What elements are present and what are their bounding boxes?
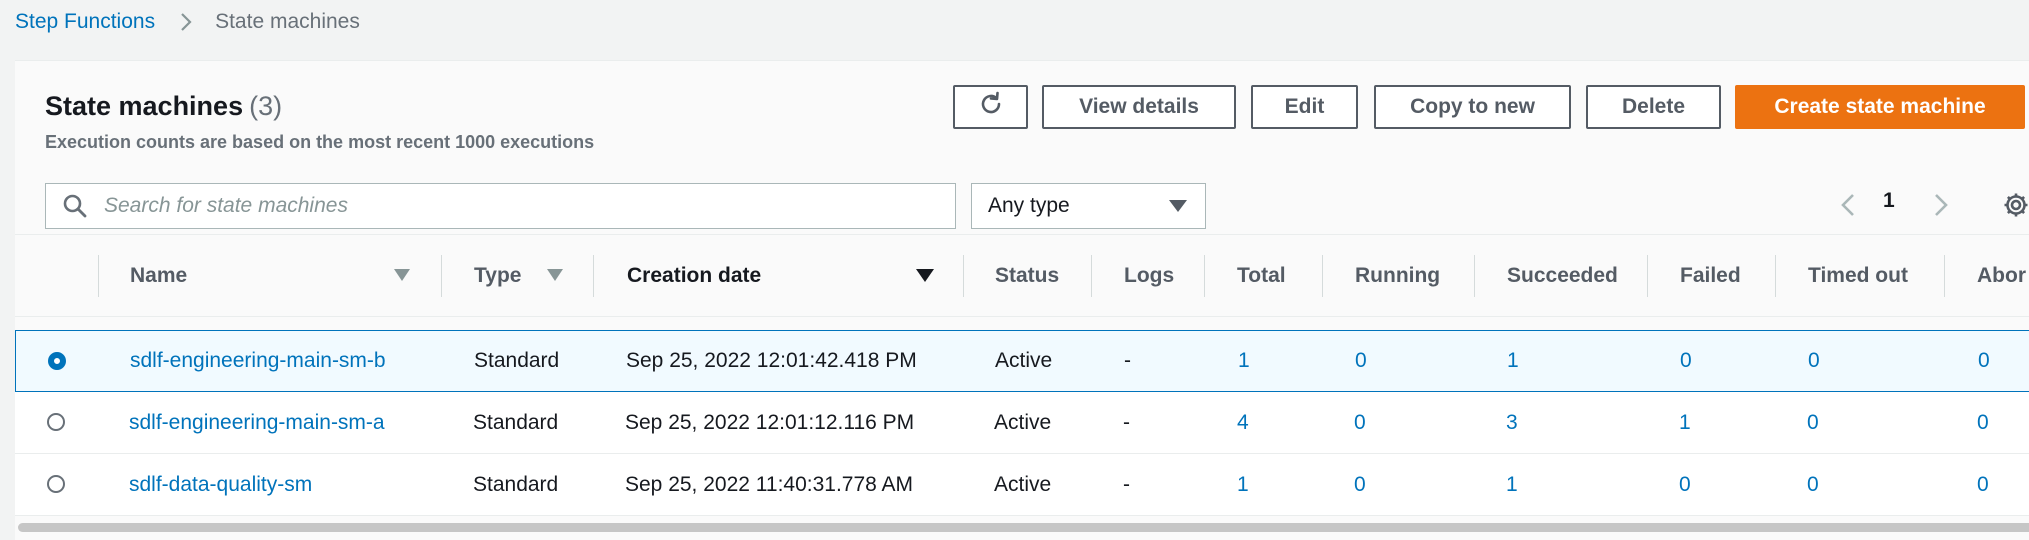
- creation-date-cell: Sep 25, 2022 12:01:12.116 PM: [625, 410, 915, 434]
- column-separator: [593, 255, 594, 297]
- column-header-creation-date[interactable]: Creation date: [627, 235, 761, 316]
- create-state-machine-button[interactable]: Create state machine: [1735, 85, 2025, 129]
- status-cell: Active: [995, 349, 1053, 372]
- refresh-button[interactable]: [953, 85, 1028, 129]
- column-header-status[interactable]: Status: [995, 235, 1059, 316]
- table-row[interactable]: sdlf-data-quality-sm Standard Sep 25, 20…: [15, 454, 2029, 516]
- chevron-left-icon: [1838, 190, 1858, 225]
- delete-button[interactable]: Delete: [1586, 85, 1721, 129]
- column-header-name[interactable]: Name: [130, 235, 187, 316]
- column-separator: [1091, 255, 1092, 297]
- logs-cell: -: [1123, 472, 1130, 496]
- status-cell: Active: [994, 472, 1052, 496]
- table-row[interactable]: sdlf-engineering-main-sm-a Standard Sep …: [15, 392, 2029, 454]
- column-separator: [1775, 255, 1776, 297]
- failed-count-link[interactable]: 0: [1679, 454, 1691, 515]
- timed-out-count-link[interactable]: 0: [1808, 331, 1820, 391]
- total-count-link[interactable]: 1: [1238, 331, 1250, 391]
- failed-count-link[interactable]: 0: [1680, 331, 1692, 391]
- column-header-total[interactable]: Total: [1237, 235, 1286, 316]
- state-machine-name-link[interactable]: sdlf-engineering-main-sm-a: [129, 392, 385, 453]
- page-number[interactable]: 1: [1883, 189, 1895, 213]
- row-radio[interactable]: [47, 413, 65, 431]
- row-radio[interactable]: [48, 352, 66, 370]
- breadcrumb-current: State machines: [215, 10, 360, 33]
- caret-down-icon: [1169, 200, 1187, 212]
- type-cell: Standard: [473, 472, 559, 496]
- state-machine-name-link[interactable]: sdlf-engineering-main-sm-b: [130, 331, 386, 391]
- column-separator: [1647, 255, 1648, 297]
- previous-page-button[interactable]: [1833, 187, 1863, 227]
- type-filter-select[interactable]: Any type: [971, 183, 1206, 229]
- column-header-type[interactable]: Type: [474, 235, 521, 316]
- copy-to-new-button[interactable]: Copy to new: [1374, 85, 1571, 129]
- sort-caret-icon[interactable]: [547, 269, 563, 281]
- aborted-count-link[interactable]: 0: [1977, 454, 1989, 515]
- panel-count: (3): [249, 91, 283, 121]
- search-input[interactable]: [102, 193, 955, 219]
- failed-count-link[interactable]: 1: [1679, 392, 1691, 453]
- search-box: [45, 183, 956, 229]
- sort-caret-icon[interactable]: [394, 269, 410, 281]
- column-header-failed[interactable]: Failed: [1680, 235, 1741, 316]
- panel-title: State machines (3): [45, 91, 282, 122]
- timed-out-count-link[interactable]: 0: [1807, 454, 1819, 515]
- refresh-icon: [977, 90, 1005, 124]
- total-count-link[interactable]: 1: [1237, 454, 1249, 515]
- succeeded-count-link[interactable]: 1: [1506, 454, 1518, 515]
- status-cell: Active: [994, 410, 1052, 434]
- row-radio[interactable]: [47, 475, 65, 493]
- chevron-right-icon: [1931, 190, 1951, 225]
- creation-date-cell: Sep 25, 2022 12:01:42.418 PM: [626, 349, 917, 372]
- column-header-succeeded[interactable]: Succeeded: [1507, 235, 1618, 316]
- next-page-button[interactable]: [1926, 187, 1956, 227]
- type-filter-value: Any type: [988, 194, 1070, 217]
- total-count-link[interactable]: 4: [1237, 392, 1249, 453]
- column-separator: [1322, 255, 1323, 297]
- column-header-logs[interactable]: Logs: [1124, 235, 1174, 316]
- timed-out-count-link[interactable]: 0: [1807, 392, 1819, 453]
- running-count-link[interactable]: 0: [1354, 392, 1366, 453]
- logs-cell: -: [1124, 349, 1131, 372]
- column-separator: [963, 255, 964, 297]
- column-separator: [1204, 255, 1205, 297]
- table-header: Name Type Creation date Status Logs Tota…: [15, 234, 2029, 317]
- column-separator: [1474, 255, 1475, 297]
- running-count-link[interactable]: 0: [1355, 331, 1367, 391]
- gear-icon[interactable]: [2001, 190, 2029, 220]
- panel-description: Execution counts are based on the most r…: [45, 132, 595, 152]
- aborted-count-link[interactable]: 0: [1977, 392, 1989, 453]
- column-separator: [1944, 255, 1945, 297]
- edit-button[interactable]: Edit: [1251, 85, 1358, 129]
- breadcrumb: Step Functions State machines: [15, 9, 360, 35]
- column-header-running[interactable]: Running: [1355, 235, 1440, 316]
- succeeded-count-link[interactable]: 1: [1507, 331, 1519, 391]
- panel-title-text: State machines: [45, 91, 244, 121]
- logs-cell: -: [1123, 410, 1130, 434]
- column-separator: [441, 255, 442, 297]
- type-cell: Standard: [474, 349, 560, 372]
- column-header-timed-out[interactable]: Timed out: [1808, 235, 1908, 316]
- succeeded-count-link[interactable]: 3: [1506, 392, 1518, 453]
- view-details-button[interactable]: View details: [1042, 85, 1236, 129]
- chevron-right-icon: [175, 11, 197, 33]
- column-header-aborted[interactable]: Abor: [1977, 235, 2026, 316]
- search-icon: [62, 193, 88, 219]
- aborted-count-link[interactable]: 0: [1978, 331, 1990, 391]
- state-machines-panel: State machines (3) Execution counts are b…: [15, 60, 2029, 540]
- state-machine-name-link[interactable]: sdlf-data-quality-sm: [129, 454, 312, 515]
- table-row[interactable]: sdlf-engineering-main-sm-b Standard Sep …: [15, 330, 2029, 392]
- running-count-link[interactable]: 0: [1354, 454, 1366, 515]
- breadcrumb-step-functions[interactable]: Step Functions: [15, 10, 155, 34]
- column-separator: [98, 255, 99, 297]
- type-cell: Standard: [473, 410, 559, 434]
- creation-date-cell: Sep 25, 2022 11:40:31.778 AM: [625, 472, 914, 496]
- sort-caret-icon[interactable]: [916, 269, 934, 282]
